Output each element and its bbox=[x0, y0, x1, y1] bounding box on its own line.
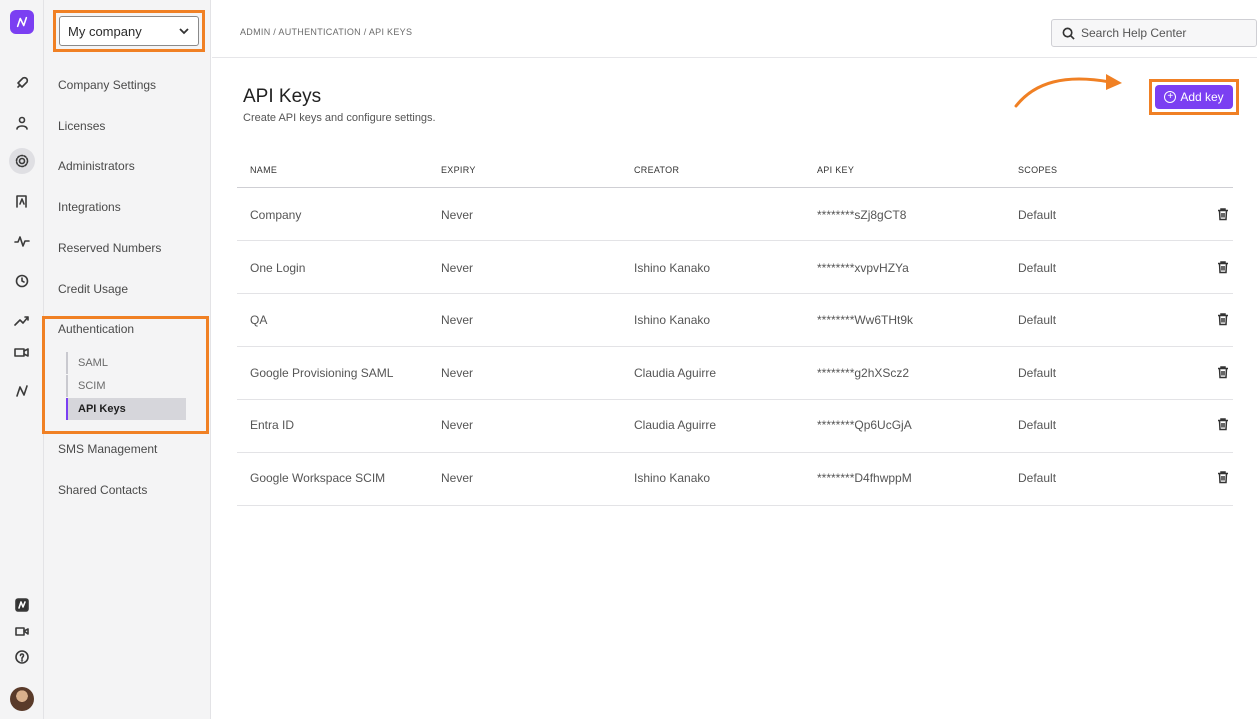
trash-icon[interactable] bbox=[1216, 207, 1230, 221]
contacts-icon[interactable] bbox=[11, 190, 33, 212]
cell-scopes: Default bbox=[1018, 208, 1057, 222]
annotation-arrow bbox=[1014, 74, 1122, 108]
cell-expiry: Never bbox=[441, 261, 474, 275]
table-header bbox=[237, 155, 1233, 188]
brand-icon[interactable] bbox=[11, 380, 33, 402]
trash-icon[interactable] bbox=[1216, 470, 1230, 484]
trash-icon[interactable] bbox=[1216, 365, 1230, 379]
cell-scopes: Default bbox=[1018, 366, 1057, 380]
cell-name: Google Provisioning SAML bbox=[250, 366, 394, 380]
highlight-box bbox=[42, 316, 209, 434]
cell-creator: Ishino Kanako bbox=[634, 261, 711, 275]
icon-rail bbox=[0, 0, 44, 719]
cell-scopes: Default bbox=[1018, 471, 1057, 485]
gear-icon[interactable] bbox=[9, 148, 35, 174]
table-row[interactable] bbox=[237, 453, 1233, 506]
activity-icon[interactable] bbox=[11, 230, 33, 252]
cell-api-key: ********sZj8gCT8 bbox=[817, 208, 907, 222]
nav-integrations[interactable]: Integrations bbox=[58, 200, 121, 214]
table-row[interactable] bbox=[237, 241, 1233, 294]
cell-scopes: Default bbox=[1018, 418, 1057, 432]
cell-name: Google Workspace SCIM bbox=[250, 471, 386, 485]
cell-api-key: ********D4fhwppM bbox=[817, 471, 912, 485]
page-subtitle: Create API keys and configure settings. bbox=[243, 112, 436, 124]
cell-name: Company bbox=[250, 208, 302, 222]
table-row[interactable] bbox=[237, 294, 1233, 347]
nav-administrators[interactable]: Administrators bbox=[58, 159, 135, 173]
nav-reserved-numbers[interactable]: Reserved Numbers bbox=[58, 241, 161, 255]
column-header-creator: CREATOR bbox=[634, 165, 680, 175]
cell-api-key: ********g2hXScz2 bbox=[817, 366, 910, 380]
cell-creator: Claudia Aguirre bbox=[634, 418, 717, 432]
cell-api-key: ********Qp6UcGjA bbox=[817, 418, 912, 432]
cell-name: One Login bbox=[250, 261, 306, 275]
search-placeholder: Search Help Center bbox=[1081, 26, 1187, 40]
highlight-box bbox=[1149, 79, 1239, 115]
cell-expiry: Never bbox=[441, 471, 474, 485]
table-row[interactable] bbox=[237, 188, 1233, 241]
rocket-icon[interactable] bbox=[11, 72, 33, 94]
column-header-api-key: API KEY bbox=[817, 165, 855, 175]
table-row[interactable] bbox=[237, 400, 1233, 453]
trash-icon[interactable] bbox=[1216, 312, 1230, 326]
cell-scopes: Default bbox=[1018, 261, 1057, 275]
highlight-box bbox=[53, 10, 205, 52]
app-switch-icon[interactable] bbox=[11, 594, 33, 616]
cell-name: Entra ID bbox=[250, 418, 295, 432]
nav-sms-management[interactable]: SMS Management bbox=[58, 442, 157, 456]
video-icon[interactable] bbox=[11, 620, 33, 642]
breadcrumb: ADMIN / AUTHENTICATION / API KEYS bbox=[240, 27, 413, 37]
cell-name: QA bbox=[250, 313, 268, 327]
help-icon[interactable] bbox=[11, 646, 33, 668]
history-icon[interactable] bbox=[11, 270, 33, 292]
nav-credit-usage[interactable]: Credit Usage bbox=[58, 282, 128, 296]
cell-creator: Claudia Aguirre bbox=[634, 366, 717, 380]
cell-creator: Ishino Kanako bbox=[634, 313, 711, 327]
trash-icon[interactable] bbox=[1216, 417, 1230, 431]
cell-expiry: Never bbox=[441, 418, 474, 432]
page-title: API Keys bbox=[243, 86, 322, 107]
cell-expiry: Never bbox=[441, 313, 474, 327]
video-recorder-icon[interactable] bbox=[11, 341, 33, 363]
avatar[interactable] bbox=[10, 687, 34, 711]
app-logo-icon[interactable] bbox=[10, 10, 34, 34]
search-input[interactable]: Search Help Center bbox=[1051, 19, 1257, 47]
nav-company-settings[interactable]: Company Settings bbox=[58, 78, 156, 92]
column-header-name: NAME bbox=[250, 165, 278, 175]
trend-icon[interactable] bbox=[11, 310, 33, 332]
cell-api-key: ********xvpvHZYa bbox=[817, 261, 909, 275]
cell-api-key: ********Ww6THt9k bbox=[817, 313, 914, 327]
column-header-scopes: SCOPES bbox=[1018, 165, 1058, 175]
nav-shared-contacts[interactable]: Shared Contacts bbox=[58, 483, 147, 497]
cell-expiry: Never bbox=[441, 366, 474, 380]
nav-licenses[interactable]: Licenses bbox=[58, 119, 105, 133]
cell-scopes: Default bbox=[1018, 313, 1057, 327]
trash-icon[interactable] bbox=[1216, 260, 1230, 274]
cell-creator: Ishino Kanako bbox=[634, 471, 711, 485]
cell-expiry: Never bbox=[441, 208, 474, 222]
search-icon bbox=[1062, 27, 1075, 40]
user-icon[interactable] bbox=[11, 112, 33, 134]
column-header-expiry: EXPIRY bbox=[441, 165, 476, 175]
